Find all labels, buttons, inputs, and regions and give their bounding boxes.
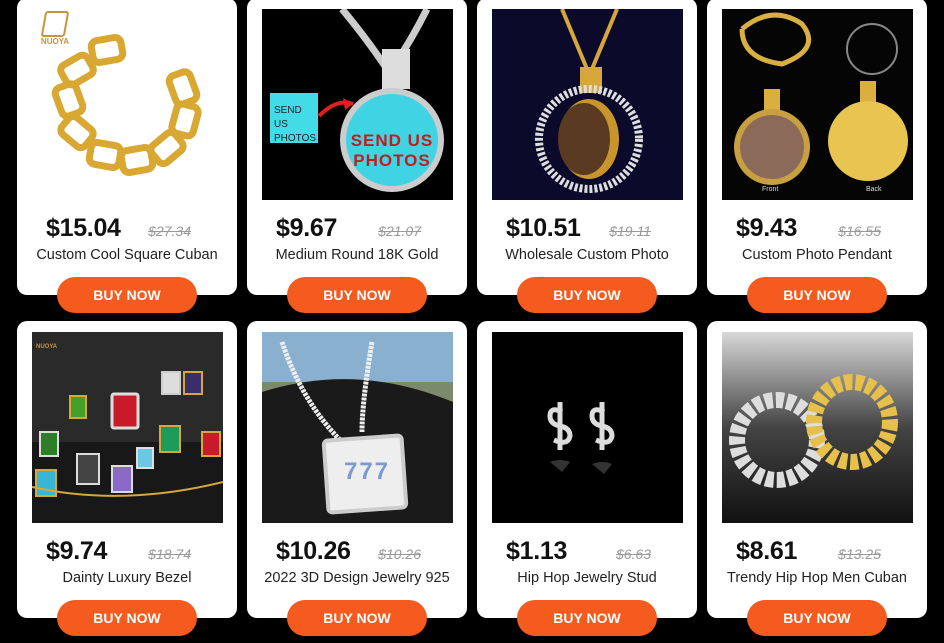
brand-logo: NUOYA xyxy=(38,11,72,46)
buy-now-button[interactable]: BUY NOW xyxy=(517,277,657,313)
product-image[interactable]: NUOYA xyxy=(32,332,223,523)
product-title[interactable]: Dainty Luxury Bezel xyxy=(17,570,237,586)
pendant-text: 777 xyxy=(343,458,391,485)
price: $9.74 xyxy=(46,537,108,565)
old-price: $27.34 xyxy=(148,223,191,239)
product-image[interactable]: SEND US PHOTOS SEND US PHOTOS xyxy=(262,9,453,200)
old-price: $13.25 xyxy=(838,546,881,562)
product-title[interactable]: Medium Round 18K Gold xyxy=(247,247,467,263)
product-card[interactable]: $10.51 $19.11 Wholesale Custom Photo BUY… xyxy=(477,0,697,313)
product-card[interactable]: NUOYA $9.74 $18.74 Dainty Luxury Bezel B… xyxy=(17,321,237,636)
buy-now-button[interactable]: BUY NOW xyxy=(747,600,887,636)
price: $15.04 xyxy=(46,214,121,242)
price: $9.67 xyxy=(276,214,338,242)
product-card[interactable]: $8.61 $13.25 Trendy Hip Hop Men Cuban BU… xyxy=(707,321,927,636)
product-card[interactable]: SEND US PHOTOS SEND US PHOTOS $9.67 $21.… xyxy=(247,0,467,313)
old-price: $10.26 xyxy=(378,546,421,562)
price-row: $8.61 $13.25 xyxy=(736,537,917,566)
old-price: $18.74 xyxy=(148,546,191,562)
product-title[interactable]: Custom Photo Pendant xyxy=(707,247,927,263)
price-row: $9.74 $18.74 xyxy=(46,537,227,566)
product-title[interactable]: Trendy Hip Hop Men Cuban xyxy=(707,570,927,586)
price-row: $9.67 $21.07 xyxy=(276,214,457,243)
product-card[interactable]: L 777 $10.26 $10.26 2022 3D Design Jewel… xyxy=(247,321,467,636)
overlay-big-text: SEND US PHOTOS xyxy=(350,131,434,170)
buy-now-button[interactable]: BUY NOW xyxy=(57,277,197,313)
price: $10.26 xyxy=(276,537,351,565)
price-row: $10.51 $19.11 xyxy=(506,214,687,243)
price-row: $15.04 $27.34 xyxy=(46,214,227,243)
price-row: $10.26 $10.26 xyxy=(276,537,457,566)
buy-now-button[interactable]: BUY NOW xyxy=(517,600,657,636)
arrow-icon xyxy=(317,98,354,118)
product-image[interactable]: Front Back xyxy=(722,9,913,200)
old-price: $16.55 xyxy=(838,223,881,239)
old-price: $21.07 xyxy=(378,223,421,239)
product-title[interactable]: 2022 3D Design Jewelry 925 xyxy=(247,570,467,586)
product-title[interactable]: Hip Hop Jewelry Stud xyxy=(477,570,697,586)
buy-now-button[interactable]: BUY NOW xyxy=(747,277,887,313)
product-title[interactable]: Wholesale Custom Photo xyxy=(477,247,697,263)
product-image[interactable]: L 777 xyxy=(262,332,453,523)
front-label: Front xyxy=(762,186,779,193)
product-card[interactable]: NUOYA $15.04 $27.34 Custom Cool Square C… xyxy=(17,0,237,313)
price: $8.61 xyxy=(736,537,798,565)
price-row: $9.43 $16.55 xyxy=(736,214,917,243)
product-image[interactable] xyxy=(722,332,913,523)
back-label: Back xyxy=(866,186,882,193)
overlay-small-text: SEND US PHOTOS xyxy=(274,105,317,144)
price: $10.51 xyxy=(506,214,581,242)
product-title[interactable]: Custom Cool Square Cuban xyxy=(17,247,237,263)
product-image[interactable]: NUOYA xyxy=(32,9,223,200)
buy-now-button[interactable]: BUY NOW xyxy=(287,277,427,313)
old-price: $19.11 xyxy=(609,223,651,239)
product-card[interactable]: $1.13 $6.63 Hip Hop Jewelry Stud BUY NOW xyxy=(477,321,697,636)
buy-now-button[interactable]: BUY NOW xyxy=(57,600,197,636)
brand-logo: NUOYA xyxy=(36,344,58,350)
price: $9.43 xyxy=(736,214,798,242)
product-image[interactable] xyxy=(492,9,683,200)
product-grid: NUOYA $15.04 $27.34 Custom Cool Square C… xyxy=(17,0,927,636)
price: $1.13 xyxy=(506,537,568,565)
product-image[interactable] xyxy=(492,332,683,523)
price-row: $1.13 $6.63 xyxy=(506,537,687,566)
product-card[interactable]: Front Back $9.43 $16.55 Custom Photo Pen… xyxy=(707,0,927,313)
old-price: $6.63 xyxy=(615,546,651,562)
buy-now-button[interactable]: BUY NOW xyxy=(287,600,427,636)
